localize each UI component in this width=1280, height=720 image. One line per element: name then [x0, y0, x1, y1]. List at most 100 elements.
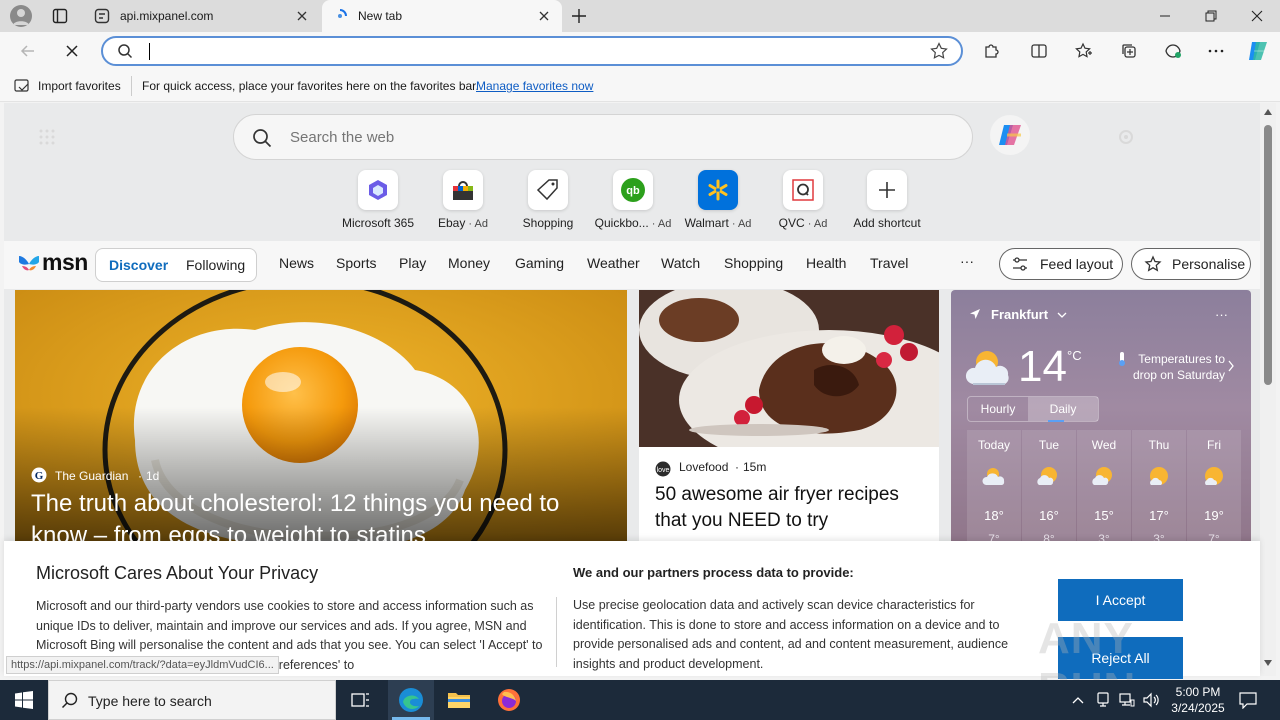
article-card-second[interactable]: love Lovefood · 15m 50 awesome air fryer…	[639, 290, 939, 550]
web-search-box[interactable]: Search the web	[233, 114, 973, 160]
collections-icon[interactable]	[1118, 40, 1140, 62]
weather-alert[interactable]: Temperatures to drop on Saturday	[1129, 351, 1225, 383]
taskbar-firefox[interactable]	[486, 680, 532, 720]
page-scrollbar[interactable]	[1260, 103, 1276, 676]
shortcut-qvc[interactable]: QVC · Ad	[758, 170, 848, 230]
forecast-day[interactable]: Fri 19° 7°	[1187, 430, 1241, 550]
import-favorites-button[interactable]: Import favorites	[38, 79, 121, 93]
shortcut-quickbooks[interactable]: qb Quickbo... · Ad	[588, 170, 678, 230]
system-clock[interactable]: 5:00 PM 3/24/2025	[1163, 684, 1233, 716]
nav-travel[interactable]: Travel	[870, 255, 908, 271]
current-temperature: 14	[1018, 342, 1067, 391]
back-icon[interactable]	[17, 40, 39, 62]
forecast-day[interactable]: Thu 17° 3°	[1132, 430, 1186, 550]
feed-layout-button[interactable]: Feed layout	[999, 248, 1123, 280]
temperature-unit[interactable]: °C	[1067, 348, 1082, 363]
restore-icon[interactable]	[1188, 0, 1234, 32]
tab-mixpanel[interactable]: api.mixpanel.com	[84, 0, 320, 32]
profile-avatar-icon[interactable]	[10, 5, 32, 27]
forecast-high: 16°	[1039, 508, 1059, 523]
msn-logo[interactable]: msn	[42, 249, 88, 276]
task-view-button[interactable]	[338, 680, 384, 720]
nav-gaming[interactable]: Gaming	[515, 255, 564, 271]
tab-actions-icon[interactable]	[52, 8, 68, 24]
personalise-button[interactable]: Personalise	[1131, 248, 1251, 280]
tab-discover[interactable]: Discover	[109, 257, 168, 273]
nav-money[interactable]: Money	[448, 255, 490, 271]
settings-gear-icon[interactable]	[1117, 128, 1135, 146]
tab-following[interactable]: Following	[186, 257, 245, 273]
browser-essentials-icon[interactable]	[1162, 40, 1184, 62]
nav-news[interactable]: News	[279, 255, 314, 271]
personalise-label: Personalise	[1172, 256, 1246, 272]
forecast-high: 18°	[984, 508, 1004, 523]
separator-dot: ·	[735, 460, 739, 474]
forecast-day[interactable]: Tue 16° 8°	[1022, 430, 1076, 550]
extensions-icon[interactable]	[980, 40, 1002, 62]
chevron-down-icon[interactable]	[1057, 310, 1067, 320]
separator-dot: ·	[138, 469, 142, 483]
network-icon[interactable]	[1119, 692, 1135, 708]
feed-toggle: Discover Following	[95, 248, 257, 282]
manage-favorites-link[interactable]: Manage favorites now	[476, 79, 593, 93]
hourly-tab[interactable]: Hourly	[968, 397, 1028, 421]
shortcut-ebay[interactable]: Ebay · Ad	[418, 170, 508, 230]
notifications-icon[interactable]	[1239, 691, 1257, 709]
apps-launcher-icon[interactable]	[38, 128, 56, 146]
nav-shopping[interactable]: Shopping	[724, 255, 783, 271]
close-tab-icon[interactable]	[294, 8, 310, 24]
forecast-day-name: Wed	[1091, 438, 1117, 452]
address-bar[interactable]	[101, 36, 963, 66]
new-tab-icon[interactable]	[571, 8, 587, 24]
chevron-right-icon[interactable]	[1227, 360, 1235, 372]
close-tab-icon[interactable]	[536, 8, 552, 24]
edge-icon	[398, 687, 424, 713]
taskbar-search-placeholder: Type here to search	[88, 693, 212, 709]
tab-new-tab[interactable]: New tab	[322, 0, 562, 32]
favorite-star-icon[interactable]	[930, 42, 948, 60]
shortcut-walmart[interactable]: Walmart · Ad	[673, 170, 763, 230]
shortcut-add[interactable]: Add shortcut	[842, 170, 932, 230]
weather-widget[interactable]: Frankfurt ··· 14 °C Temperatures to drop…	[951, 290, 1251, 550]
more-options-icon[interactable]	[1205, 40, 1227, 62]
nav-more-button[interactable]: ···	[960, 253, 974, 269]
taskbar-search-box[interactable]: Type here to search	[48, 680, 336, 720]
scroll-down-icon[interactable]	[1264, 660, 1272, 666]
location-arrow-icon	[969, 308, 981, 320]
forecast-day[interactable]: Wed 15° 3°	[1077, 430, 1131, 550]
weather-location[interactable]: Frankfurt	[991, 307, 1048, 322]
privacy-title: Microsoft Cares About Your Privacy	[36, 563, 319, 583]
nav-watch[interactable]: Watch	[661, 255, 700, 271]
article-card-main[interactable]: G The Guardian · 1d The truth about chol…	[15, 290, 627, 550]
nav-play[interactable]: Play	[399, 255, 426, 271]
add-shortcut-icon	[867, 170, 907, 210]
nav-weather[interactable]: Weather	[587, 255, 640, 271]
taskbar-edge[interactable]	[388, 680, 434, 720]
nav-health[interactable]: Health	[806, 255, 846, 271]
sliders-icon	[1012, 256, 1028, 272]
copilot-icon[interactable]	[1245, 38, 1271, 64]
stop-loading-icon[interactable]	[61, 40, 83, 62]
shortcut-shopping[interactable]: Shopping	[503, 170, 593, 230]
nav-sports[interactable]: Sports	[336, 255, 376, 271]
split-screen-icon[interactable]	[1028, 40, 1050, 62]
shortcut-label: Microsoft 365	[341, 216, 415, 230]
network-drive-icon[interactable]	[1096, 692, 1110, 708]
daily-tab[interactable]: Daily	[1028, 397, 1098, 421]
volume-icon[interactable]	[1143, 692, 1161, 708]
favorites-icon[interactable]	[1073, 40, 1095, 62]
minimize-icon[interactable]	[1142, 0, 1188, 32]
partners-body: Use precise geolocation data and activel…	[573, 598, 1009, 671]
shortcut-microsoft-365[interactable]: Microsoft 365	[333, 170, 423, 230]
close-window-icon[interactable]	[1234, 0, 1280, 32]
forecast-day[interactable]: Today 18° 7°	[967, 430, 1021, 550]
show-hidden-icons-icon[interactable]	[1071, 693, 1085, 707]
scroll-up-icon[interactable]	[1264, 109, 1272, 115]
copilot-button[interactable]	[990, 115, 1030, 155]
scroll-thumb[interactable]	[1264, 125, 1272, 385]
search-icon	[61, 692, 78, 709]
taskbar-file-explorer[interactable]	[436, 680, 482, 720]
article-headline[interactable]: 50 awesome air fryer recipes that you NE…	[655, 482, 927, 534]
weather-more-icon[interactable]: ···	[1215, 307, 1228, 322]
start-button[interactable]	[0, 680, 48, 720]
